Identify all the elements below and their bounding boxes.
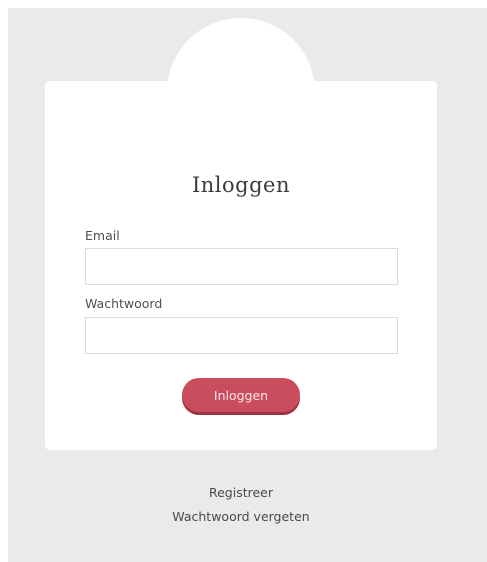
email-field[interactable] bbox=[85, 248, 398, 285]
password-field[interactable] bbox=[85, 317, 398, 354]
login-button[interactable]: Inloggen bbox=[182, 378, 300, 412]
register-link[interactable]: Registreer bbox=[0, 485, 482, 500]
email-label: Email bbox=[85, 228, 120, 243]
password-label: Wachtwoord bbox=[85, 296, 163, 311]
login-title: Inloggen bbox=[191, 173, 291, 197]
forgot-password-link[interactable]: Wachtwoord vergeten bbox=[0, 509, 482, 524]
